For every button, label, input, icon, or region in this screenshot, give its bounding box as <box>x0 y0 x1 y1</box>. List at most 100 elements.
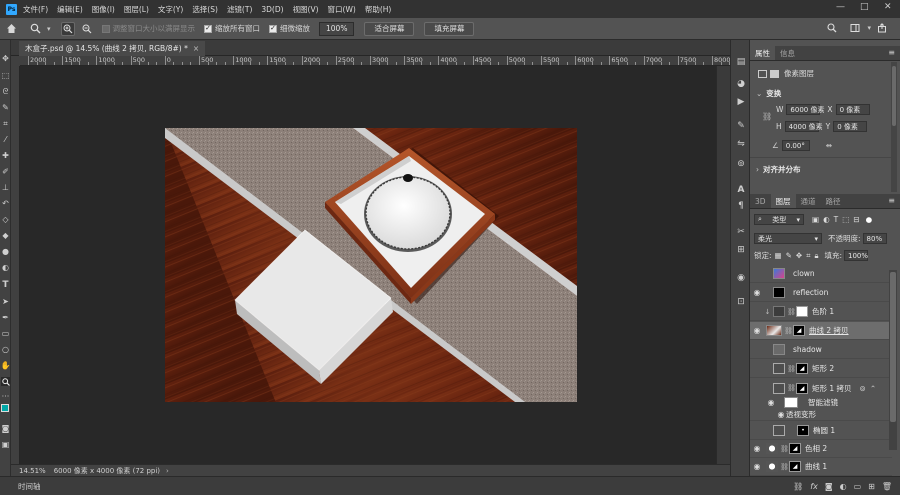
filter-pixel-icon[interactable]: ▣ <box>812 215 819 224</box>
zoom-value-field[interactable]: 100% <box>319 21 355 36</box>
eyedropper-tool-icon[interactable]: ⁄ <box>1 135 10 144</box>
canvas-workspace[interactable] <box>20 66 716 464</box>
minimize-button[interactable]: — <box>836 2 845 12</box>
layer-row[interactable]: ◉ ⛓ ◢ 色相 2 <box>750 440 892 458</box>
menu-image[interactable]: 图像(I) <box>92 4 115 15</box>
zoom-all-windows-checkbox[interactable]: ✓ 缩放所有窗口 <box>204 23 260 34</box>
canvas-vertical-scrollbar[interactable] <box>716 66 730 464</box>
quick-select-tool-icon[interactable]: ✎ <box>1 103 10 112</box>
delete-layer-icon[interactable]: 🗑︎ <box>882 482 892 491</box>
new-layer-icon[interactable]: ⊞ <box>868 482 875 491</box>
layer-name[interactable]: 矩形 1 拷贝 <box>812 383 852 394</box>
horizontal-ruler[interactable]: 2000 1500 1000 500 0 500 1000 1500 2000 2500 3000 3… <box>20 56 730 66</box>
blend-mode-select[interactable]: 柔光 ▾ <box>754 233 822 244</box>
clone-stamp-tool-icon[interactable]: ⊥ <box>1 183 10 192</box>
quick-mask-icon[interactable]: ◙ <box>1 424 10 433</box>
layer-row[interactable]: ◉ shadow <box>750 341 892 359</box>
menu-window[interactable]: 窗口(W) <box>328 4 356 15</box>
layer-row-selected[interactable]: ◉ ⛓ ◢ 曲线 2 拷贝 <box>750 322 892 340</box>
filter-adjustment-icon[interactable]: ◐ <box>823 215 830 224</box>
lock-all-icon[interactable]: 🔒︎ <box>814 251 818 261</box>
visibility-eye-icon[interactable]: ◉ <box>750 307 764 316</box>
visibility-eye-icon[interactable]: ◉ <box>750 462 764 471</box>
lock-pixels-icon[interactable]: ✎ <box>786 251 792 260</box>
layer-name[interactable]: 智能滤镜 <box>808 397 838 408</box>
layers-scrollbar[interactable] <box>889 270 897 450</box>
document-size-status[interactable]: 6000 像素 x 4000 像素 (72 ppi) <box>54 466 160 476</box>
lock-position-icon[interactable]: ✥ <box>796 251 802 260</box>
close-window-button[interactable]: ✕ <box>884 2 892 12</box>
layer-row[interactable]: ◉ ⛓ ◢ 曲线 1 <box>750 458 892 476</box>
layer-name[interactable]: 矩形 2 <box>812 363 834 374</box>
menu-select[interactable]: 选择(S) <box>192 4 218 15</box>
visibility-eye-icon[interactable]: ◉ <box>750 269 764 278</box>
healing-brush-tool-icon[interactable]: ✚ <box>1 151 10 160</box>
color-panel-icon[interactable]: ◕ <box>735 78 747 90</box>
status-arrow-icon[interactable]: › <box>166 467 169 475</box>
layer-row[interactable]: ◉ ↓ ⛓ 色阶 1 <box>750 303 892 321</box>
panel-menu-icon[interactable]: ≡ <box>888 196 895 205</box>
layer-name[interactable]: reflection <box>793 288 828 297</box>
align-section-header[interactable]: › 对齐并分布 <box>756 164 801 175</box>
share-icon[interactable] <box>875 21 889 35</box>
zoom-tool-icon[interactable] <box>1 377 10 386</box>
marquee-tool-icon[interactable]: ⬚ <box>1 71 10 80</box>
tool-presets-icon[interactable]: ✂ <box>735 226 747 238</box>
filter-effect-row[interactable]: ◉ 透视变形 <box>750 408 892 421</box>
layer-name[interactable]: 色阶 1 <box>812 306 834 317</box>
ruler-origin[interactable] <box>11 56 20 66</box>
expand-chevron-icon[interactable]: ⌃ <box>870 384 876 393</box>
layer-name[interactable]: clown <box>793 269 815 278</box>
filter-toggle-icon[interactable]: ● <box>866 215 873 224</box>
y-field[interactable]: 0 像素 <box>833 121 868 132</box>
layer-style-icon[interactable]: fx <box>810 482 818 491</box>
lock-artboard-icon[interactable]: ⌗ <box>806 251 810 261</box>
brush-tool-icon[interactable]: ✐ <box>1 167 10 176</box>
workspace-chevron-icon[interactable]: ▾ <box>867 24 871 32</box>
filter-smart-object-icon[interactable]: ⊟ <box>853 215 859 224</box>
menu-file[interactable]: 文件(F) <box>23 4 48 15</box>
history-panel-icon[interactable]: ▤ <box>735 56 747 68</box>
new-adjustment-icon[interactable]: ◐ <box>840 482 847 491</box>
history-brush-tool-icon[interactable]: ↶ <box>1 199 10 208</box>
visibility-eye-icon[interactable]: ◉ <box>750 444 764 453</box>
visibility-eye-icon[interactable]: ◉ <box>776 410 786 419</box>
menu-3d[interactable]: 3D(D) <box>261 5 283 14</box>
zoom-in-icon[interactable] <box>60 21 75 36</box>
document-tab[interactable]: 木盒子.psd @ 14.5% (曲线 2 拷贝, RGB/8#) * × <box>19 41 206 56</box>
angle-field[interactable]: 0.00° <box>781 140 810 151</box>
shape-tool-icon[interactable]: ▭ <box>1 329 10 338</box>
ellipse-tool-icon[interactable]: ○ <box>1 345 10 354</box>
maximize-button[interactable]: □ <box>860 2 869 12</box>
layer-row[interactable]: ◉ • 椭圆 1 <box>750 422 892 440</box>
dodge-tool-icon[interactable]: ◐ <box>1 263 10 272</box>
layer-name[interactable]: 曲线 1 <box>805 461 827 472</box>
link-layers-icon[interactable]: ⛓ <box>793 482 803 491</box>
properties-scrollbar[interactable] <box>891 62 897 192</box>
character-panel-icon[interactable]: A <box>735 184 747 196</box>
home-icon[interactable] <box>4 22 18 36</box>
menu-help[interactable]: 帮助(H) <box>365 4 392 15</box>
menu-layer[interactable]: 图层(L) <box>124 4 149 15</box>
magnifier-icon[interactable] <box>28 22 42 36</box>
visibility-eye-icon[interactable]: ◉ <box>764 398 778 407</box>
tool-preset-chevron-icon[interactable]: ▾ <box>47 25 51 33</box>
visibility-eye-icon[interactable]: ◉ <box>750 384 764 393</box>
zoom-out-icon[interactable] <box>80 22 94 36</box>
layer-row[interactable]: ◉ clown <box>750 265 892 283</box>
search-icon[interactable] <box>825 21 839 35</box>
screen-mode-icon[interactable]: ▣ <box>1 440 10 449</box>
layer-row[interactable]: ◉ ⛓ ◢ 矩形 2 <box>750 360 892 378</box>
tab-channels[interactable]: 通道 <box>796 194 821 208</box>
hand-tool-icon[interactable]: ✋ <box>1 361 11 370</box>
document-image[interactable] <box>165 128 577 402</box>
clone-source-icon[interactable]: ⊚ <box>735 158 747 170</box>
panel-menu-icon[interactable]: ≡ <box>888 48 895 57</box>
tab-paths[interactable]: 路径 <box>821 194 846 208</box>
smart-filters-row[interactable]: ◉ 智能滤镜 <box>750 395 892 409</box>
navigator-panel-icon[interactable]: ◉ <box>735 272 747 284</box>
tab-3d[interactable]: 3D <box>750 194 771 208</box>
path-selection-tool-icon[interactable]: ➤ <box>1 297 10 306</box>
visibility-eye-icon[interactable]: ◉ <box>750 326 764 335</box>
close-tab-icon[interactable]: × <box>193 44 199 53</box>
